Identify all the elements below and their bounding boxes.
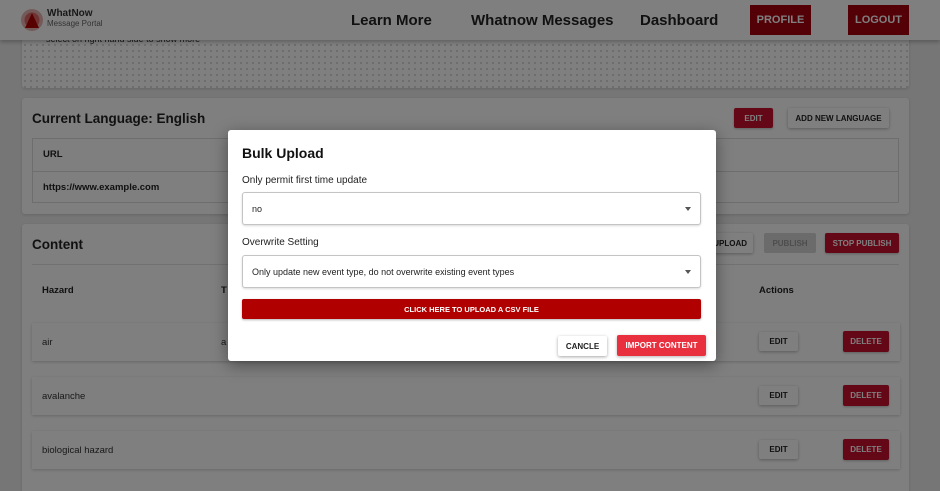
import-content-button[interactable]: IMPORT CONTENT xyxy=(617,335,706,356)
upload-csv-button[interactable]: CLICK HERE TO UPLOAD A CSV FILE xyxy=(242,299,701,319)
cancel-button[interactable]: CANCLE xyxy=(558,336,607,356)
first-time-select[interactable]: no xyxy=(242,192,701,225)
first-time-value: no xyxy=(252,204,263,214)
overwrite-setting-select[interactable]: Only update new event type, do not overw… xyxy=(242,255,701,288)
bulk-upload-dialog: Bulk Upload Only permit first time updat… xyxy=(228,130,716,361)
first-time-label: Only permit first time update xyxy=(242,175,368,186)
overwrite-setting-value: Only update new event type, do not overw… xyxy=(252,267,515,277)
dialog-title: Bulk Upload xyxy=(242,145,324,161)
caret-down-icon xyxy=(685,207,691,211)
overwrite-setting-label: Overwrite Setting xyxy=(242,237,319,248)
caret-down-icon xyxy=(685,270,691,274)
